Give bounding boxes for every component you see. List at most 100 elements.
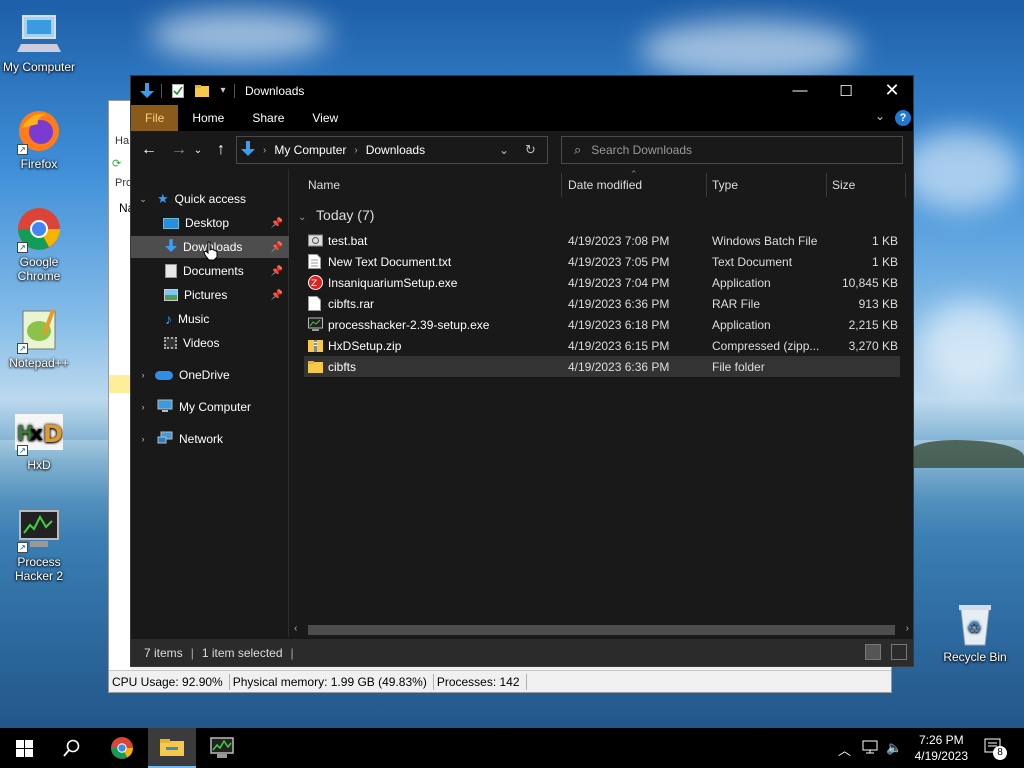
network-tray-icon[interactable] [862,740,878,757]
refresh-icon: ⟳ [112,158,122,170]
nav-item-desktop[interactable]: Desktop 📌 [131,212,289,234]
minimize-button[interactable]: — [777,76,823,105]
back-button[interactable]: ← [137,141,161,159]
up-button[interactable]: ↑ [209,141,233,159]
taskbar-chrome[interactable] [98,728,146,768]
expand-chevron-icon[interactable]: › [137,434,149,444]
file-size: 1 KB [871,233,898,248]
desktop-icon-chrome[interactable]: ↗ Google Chrome [0,205,78,283]
file-size: 913 KB [858,296,898,311]
nav-item-videos[interactable]: Videos [131,332,289,354]
desktop-icon-label: Firefox [20,157,58,171]
breadcrumb-separator-icon: › [354,144,358,156]
collapse-chevron-icon[interactable]: ⌄ [298,212,306,223]
recent-locations-button[interactable]: ⌄ [191,145,205,156]
download-arrow-icon [241,140,255,160]
desktop-icon-my-computer[interactable]: My Computer [0,10,78,74]
collapse-chevron-icon[interactable]: ⌄ [137,194,149,205]
taskbar-file-explorer[interactable] [148,728,196,768]
titlebar[interactable]: ▾ Downloads — ☐ ✕ [131,76,913,105]
nav-item-music[interactable]: ♪ Music [131,308,289,330]
column-divider[interactable] [905,173,906,197]
scrollbar-thumb[interactable] [308,625,895,635]
file-row[interactable]: cibfts 4/19/2023 6:36 PM File folder [304,356,900,377]
file-row[interactable]: cibfts.rar 4/19/2023 6:36 PM RAR File 91… [304,293,900,314]
column-header-date-modified[interactable]: Date modified [568,178,642,192]
scroll-left-icon[interactable]: ‹ [294,623,297,634]
nav-item-network[interactable]: › Network [131,428,289,450]
process-hacker-left-strip: Ha ⟳ Pro Na [109,101,134,670]
start-button[interactable] [0,728,48,768]
pin-icon[interactable]: 📌 [271,266,283,277]
cloud [640,20,860,80]
scroll-right-icon[interactable]: › [906,623,909,634]
nav-item-pictures[interactable]: Pictures 📌 [131,284,289,306]
desktop-icon-label: Google Chrome [17,255,61,283]
file-row[interactable]: New Text Document.txt 4/19/2023 7:05 PM … [304,251,900,272]
column-divider[interactable] [826,173,827,197]
expand-chevron-icon[interactable]: › [137,402,149,412]
address-bar[interactable]: › My Computer › Downloads ⌄ ↻ [236,136,548,164]
expand-ribbon-icon[interactable]: ⌄ [875,109,885,123]
search-box[interactable]: ⌕ Search Downloads [561,136,903,164]
volume-icon[interactable]: 🔈 [886,740,902,756]
column-header-type[interactable]: Type [712,178,738,192]
pin-icon[interactable]: 📌 [271,290,283,301]
desktop-icon-recycle-bin[interactable]: ♻ Recycle Bin [936,600,1014,664]
tab-view[interactable]: View [298,105,352,131]
computer-icon [157,399,173,416]
tab-file[interactable]: File [131,105,179,131]
nav-label: Pictures [184,288,228,302]
clock-date: 4/19/2023 [914,749,968,763]
tab-home[interactable]: Home [178,105,238,131]
file-date: 4/19/2023 6:15 PM [568,338,670,353]
file-size: 2,215 KB [848,317,898,332]
tab-share[interactable]: Share [238,105,298,131]
taskbar-process-hacker[interactable] [198,728,246,768]
close-button[interactable]: ✕ [869,76,915,105]
properties-icon[interactable] [170,83,186,99]
action-center-button[interactable]: 8 [984,738,1007,760]
breadcrumb-downloads[interactable]: Downloads [366,143,425,157]
expand-chevron-icon[interactable]: › [137,370,149,380]
chrome-icon [111,737,133,759]
file-row[interactable]: Z InsaniquariumSetup.exe 4/19/2023 7:04 … [304,272,900,293]
column-header-size[interactable]: Size [832,178,855,192]
shortcut-arrow-icon: ↗ [17,144,28,155]
details-view-button[interactable] [865,644,881,660]
file-type: Compressed (zipp... [712,338,820,353]
forward-button[interactable]: → [167,141,191,159]
column-divider[interactable] [561,173,562,197]
file-list-pane[interactable]: Name ⌃ Date modified Type Size ⌄ Today (… [290,169,913,637]
new-folder-icon[interactable] [194,83,210,99]
refresh-icon[interactable]: ↻ [525,142,536,158]
file-explorer-window[interactable]: ▾ Downloads — ☐ ✕ File Home Share View ⌄… [130,75,914,667]
address-dropdown-icon[interactable]: ⌄ [499,143,509,157]
group-header-today[interactable]: ⌄ Today (7) [298,207,374,223]
breadcrumb-my-computer[interactable]: My Computer [274,143,346,157]
file-row[interactable]: HxDSetup.zip 4/19/2023 6:15 PM Compresse… [304,335,900,356]
column-divider[interactable] [706,173,707,197]
nav-item-my-computer[interactable]: › My Computer [131,396,289,418]
nav-item-onedrive[interactable]: › OneDrive [131,364,289,386]
desktop-icon-notepadpp[interactable]: ↗ Notepad++ [0,306,78,370]
column-header-name[interactable]: Name [308,178,340,192]
desktop-icon-firefox[interactable]: ↗ Firefox [0,107,78,171]
show-hidden-icons-chevron[interactable]: ︿ [838,740,851,759]
maximize-button[interactable]: ☐ [823,76,869,105]
file-row[interactable]: processhacker-2.39-setup.exe 4/19/2023 6… [304,314,900,335]
nav-item-quick-access[interactable]: ⌄ ★ Quick access [131,188,289,210]
taskbar-clock[interactable]: 7:26 PM 4/19/2023 [915,732,968,764]
help-icon[interactable]: ? [895,110,911,126]
file-row[interactable]: test.bat 4/19/2023 7:08 PM Windows Batch… [304,230,900,251]
pin-icon[interactable]: 📌 [271,242,283,253]
search-button[interactable] [48,728,96,768]
desktop-icon-process-hacker[interactable]: ↗ Process Hacker 2 [0,505,78,583]
large-icons-view-button[interactable] [891,644,907,660]
customize-qat-icon[interactable]: ▾ [218,83,228,99]
pin-icon[interactable]: 📌 [271,218,283,229]
horizontal-scrollbar[interactable]: ‹ › [290,623,913,637]
nav-label: Videos [183,336,220,350]
star-icon: ★ [157,191,169,206]
desktop-icon-hxd[interactable]: HxD ↗ HxD [0,408,78,472]
